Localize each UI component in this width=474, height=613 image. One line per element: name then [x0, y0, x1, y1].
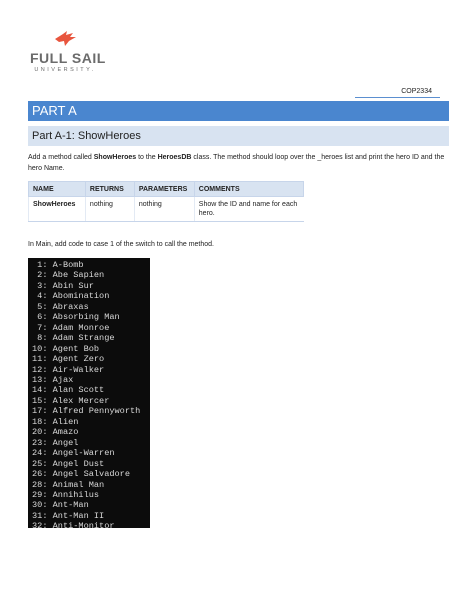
- console-line: 18: Alien: [32, 416, 79, 427]
- cell-comments: Show the ID and name for each hero.: [193, 196, 304, 222]
- desc-text-1: Add a method called: [28, 154, 94, 161]
- console-line: 30: Ant-Man: [32, 500, 89, 511]
- hawk-icon: [55, 31, 76, 46]
- console-line: 26: Angel Salvadore: [32, 469, 130, 480]
- console-line: 5: Abraxas: [32, 301, 89, 312]
- console-line: 13: Ajax: [32, 374, 74, 385]
- cell-name: ShowHeroes: [28, 196, 86, 222]
- col-header-name: NAME: [28, 181, 86, 197]
- console-line: 6: Absorbing Man: [32, 312, 120, 323]
- cell-parameters: nothing: [133, 196, 195, 222]
- col-header-returns: RETURNS: [84, 181, 135, 197]
- desc-text-2: to the: [136, 154, 158, 161]
- logo-subtitle: UNIVERSITY.: [34, 67, 96, 73]
- task-description: Add a method called ShowHeroes to the He…: [28, 152, 449, 174]
- console-line: 25: Angel Dust: [32, 458, 105, 469]
- table-row: ShowHeroes nothing nothing Show the ID a…: [28, 196, 304, 222]
- desc-class-name: HeroesDB: [157, 154, 192, 161]
- console-line: 20: Amazo: [32, 427, 79, 438]
- console-line: 32: Anti-Monitor: [32, 521, 115, 528]
- table-header-row: NAME RETURNS PARAMETERS COMMENTS: [28, 181, 305, 197]
- console-line: 4: Abomination: [32, 291, 110, 302]
- logo-title: FULL SAIL: [30, 50, 106, 66]
- part-a-heading: PART A: [28, 101, 449, 121]
- desc-method-name: ShowHeroes: [93, 154, 137, 161]
- cell-returns: nothing: [84, 196, 135, 222]
- col-header-parameters: PARAMETERS: [133, 181, 195, 197]
- console-line: 29: Annihilus: [32, 489, 100, 500]
- main-instruction: In Main, add code to case 1 of the switc…: [28, 241, 214, 248]
- console-line: 31: Ant-Man II: [32, 510, 105, 521]
- console-line: 2: Abe Sapien: [32, 270, 105, 281]
- console-line: 10: Agent Bob: [32, 343, 100, 354]
- console-line: 24: Angel-Warren: [32, 448, 115, 459]
- console-line: 11: Agent Zero: [32, 354, 105, 365]
- console-output: 1: A-Bomb 2: Abe Sapien 3: Abin Sur 4: A…: [28, 258, 150, 528]
- console-line: 12: Air-Walker: [32, 364, 105, 375]
- console-line: 23: Angel: [32, 437, 79, 448]
- course-code: COP2334: [355, 88, 440, 98]
- console-line: 8: Adam Strange: [32, 333, 115, 344]
- console-line: 14: Alan Scott: [32, 385, 105, 396]
- console-line: 15: Alex Mercer: [32, 395, 110, 406]
- console-line: 3: Abin Sur: [32, 280, 94, 291]
- col-header-comments: COMMENTS: [193, 181, 305, 197]
- console-line: 28: Animal Man: [32, 479, 105, 490]
- method-spec-table: NAME RETURNS PARAMETERS COMMENTS ShowHer…: [28, 181, 305, 222]
- console-line: 17: Alfred Pennyworth: [32, 406, 141, 417]
- full-sail-logo: FULL SAIL UNIVERSITY.: [30, 30, 150, 76]
- console-line: 1: A-Bomb: [32, 260, 84, 270]
- part-a1-heading: Part A-1: ShowHeroes: [28, 126, 449, 146]
- console-line: 7: Adam Monroe: [32, 322, 110, 333]
